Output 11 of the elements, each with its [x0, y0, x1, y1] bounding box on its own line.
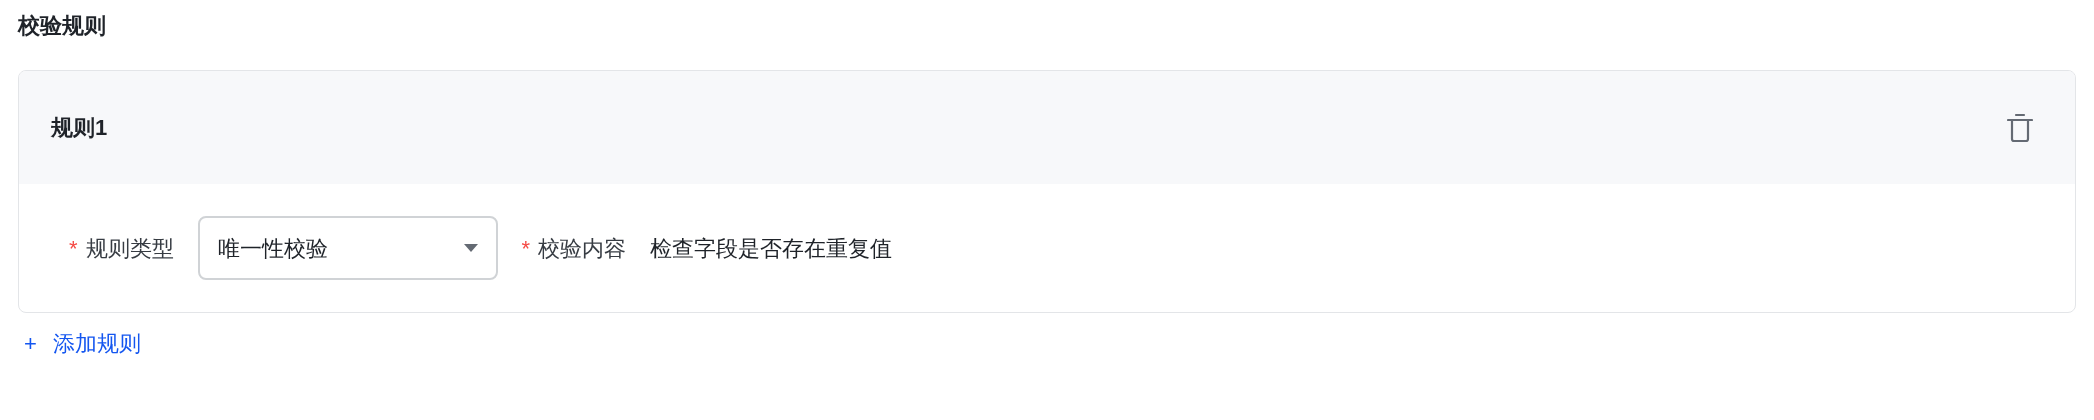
required-mark: * — [521, 234, 531, 263]
add-rule-link[interactable]: + 添加规则 — [24, 327, 141, 360]
field-label: 规则类型 — [85, 234, 174, 263]
delete-icon[interactable] — [2005, 111, 2035, 144]
section-title: 校验规则 — [18, 12, 106, 40]
required-mark: * — [69, 234, 78, 263]
caret-icon — [463, 244, 478, 252]
select-field[interactable]: 唯一性校验 — [197, 216, 498, 280]
rule-title: 规则1 — [51, 114, 108, 142]
field-label: 校验内容 — [538, 234, 627, 263]
field-value: 检查字段是否存在重复值 — [650, 234, 893, 263]
